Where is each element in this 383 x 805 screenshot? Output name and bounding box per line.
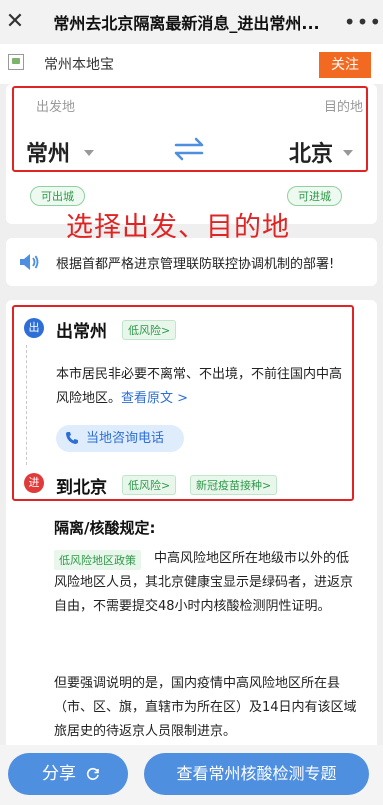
- page-title: 常州去北京隔离最新消息_进出常州...: [53, 14, 320, 33]
- refresh-icon: [86, 767, 99, 780]
- annotation-box: [12, 86, 368, 172]
- arrive-city-title: 到北京: [56, 478, 107, 498]
- notice-bar[interactable]: 根据首都严格进京管理联防联控协调机制的部署!: [6, 238, 377, 286]
- notice-text: 根据首都严格进京管理联防联控协调机制的部署!: [56, 257, 335, 272]
- nucleic-test-topic-button[interactable]: 查看常州核酸检测专题: [144, 753, 369, 795]
- follow-button[interactable]: 关注: [319, 52, 371, 78]
- broken-image-icon: [8, 54, 24, 70]
- close-icon[interactable]: ✕: [0, 0, 30, 44]
- brand-name: 常州本地宝: [44, 57, 114, 73]
- arrive-badge: 进: [24, 473, 44, 493]
- can-enter-badge: 可进城: [287, 186, 342, 206]
- can-leave-badge: 可出城: [30, 186, 85, 206]
- bottom-action-bar: 分享 查看常州核酸检测专题: [0, 745, 383, 805]
- brand-row: 常州本地宝 关注: [0, 44, 383, 84]
- top-bar: ✕ 常州去北京隔离最新消息_进出常州... •••: [0, 0, 383, 44]
- more-icon[interactable]: •••: [343, 10, 383, 34]
- annotation-box: [12, 305, 354, 501]
- vaccine-link-badge[interactable]: 新冠疫苗接种>: [190, 475, 278, 495]
- share-button[interactable]: 分享: [8, 753, 128, 795]
- speaker-icon: [20, 254, 39, 270]
- rule-title: 隔离/核酸规定:: [54, 519, 156, 537]
- share-label: 分享: [42, 764, 76, 784]
- arrive-risk-badge[interactable]: 低风险>: [122, 475, 177, 495]
- rule-text-second: 但要强调说明的是，国内疫情中高风险地区所在县（市、区、旗，直辖市为所在区）及14…: [54, 676, 357, 739]
- rule-text: 中高风险地区所在地级市以外的低风险地区人员，其北京健康宝显示是绿码者，进返京自由…: [54, 551, 354, 614]
